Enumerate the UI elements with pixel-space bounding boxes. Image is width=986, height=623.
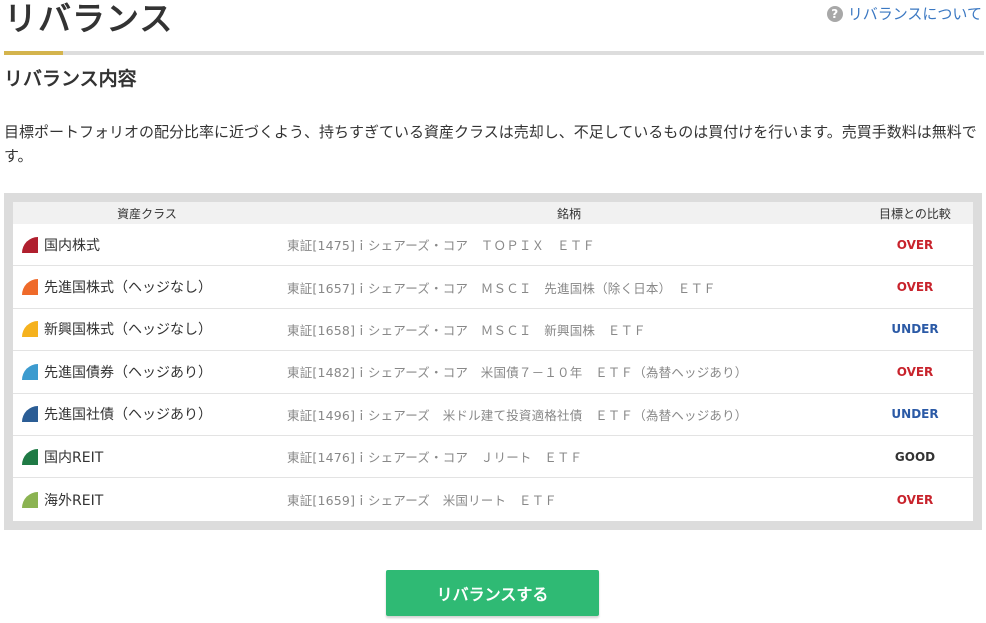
comparison-status: UNDER [891,407,939,422]
asset-class-cell: 国内株式 [13,235,287,255]
section-heading: リバランス内容 [4,68,137,90]
table-row: 先進国債券（ヘッジあり） 東証[1482]ｉシェアーズ・コア 米国債７－１０年 … [13,351,973,394]
asset-class-label: 国内REIT [44,449,104,466]
section-description: 目標ポートフォリオの配分比率に近づくよう、持ちすぎている資産クラスは売却し、不足… [4,123,977,165]
table-header: 資産クラス 銘柄 目標との比較 [13,202,973,224]
asset-class-label: 新興国株式（ヘッジなし） [44,322,212,339]
asset-color-swatch [22,491,38,508]
asset-class-label: 先進国社債（ヘッジあり） [44,407,212,424]
rebalance-table: 資産クラス 銘柄 目標との比較 国内株式 東証[1475]ｉシェアーズ・コア Ｔ… [13,202,973,521]
fund-name: 東証[1475]ｉシェアーズ・コア ＴＯＰＩＸ ＥＴＦ [287,238,596,254]
table-row: 国内REIT 東証[1476]ｉシェアーズ・コア Ｊリート ＥＴＦ GOOD [13,436,973,479]
rebalance-table-frame: 資産クラス 銘柄 目標との比較 国内株式 東証[1475]ｉシェアーズ・コア Ｔ… [4,193,982,530]
table-row: 先進国株式（ヘッジなし） 東証[1657]ｉシェアーズ・コア ＭＳＣＩ 先進国株… [13,266,973,309]
comparison-status: OVER [896,280,934,295]
title-divider-accent [4,51,63,55]
asset-color-swatch [22,279,38,296]
table-row: 先進国社債（ヘッジあり） 東証[1496]ｉシェアーズ 米ドル建て投資適格社債 … [13,394,973,436]
fund-name: 東証[1476]ｉシェアーズ・コア Ｊリート ＥＴＦ [287,450,583,466]
asset-class-cell: 海外REIT [13,490,287,510]
asset-class-label: 先進国株式（ヘッジなし） [44,280,212,297]
asset-class-label: 国内株式 [44,237,100,254]
fund-name: 東証[1657]ｉシェアーズ・コア ＭＳＣＩ 先進国株（除く日本） ＥＴＦ [287,280,716,296]
fund-name: 東証[1658]ｉシェアーズ・コア ＭＳＣＩ 新興国株 ＥＴＦ [287,322,646,338]
comparison-status: UNDER [891,322,939,337]
asset-color-swatch [22,321,38,338]
asset-class-label: 海外REIT [44,492,104,509]
comparison-status: OVER [896,237,934,252]
column-header-comparison: 目標との比較 [879,206,951,221]
asset-class-cell: 新興国株式（ヘッジなし） [13,319,287,339]
column-header-asset-class: 資産クラス [117,206,177,221]
asset-class-cell: 先進国株式（ヘッジなし） [13,277,287,297]
title-divider [4,51,984,55]
comparison-status: GOOD [894,449,936,464]
table-row: 新興国株式（ヘッジなし） 東証[1658]ｉシェアーズ・コア ＭＳＣＩ 新興国株… [13,309,973,352]
rebalance-button[interactable]: リバランスする [386,570,599,616]
asset-class-cell: 国内REIT [13,447,287,467]
help-link-label[interactable]: リバランスについて [848,3,982,24]
table-row: 海外REIT 東証[1659]ｉシェアーズ 米国リート ＥＴＦ OVER [13,478,973,520]
asset-color-swatch [22,363,38,380]
table-row: 国内株式 東証[1475]ｉシェアーズ・コア ＴＯＰＩＸ ＥＴＦ OVER [13,224,973,267]
fund-name: 東証[1496]ｉシェアーズ 米ドル建て投資適格社債 ＥＴＦ（為替ヘッジあり） [287,407,748,423]
asset-class-cell: 先進国債券（ヘッジあり） [13,362,287,382]
page-title: リバランス [4,0,174,38]
asset-class-cell: 先進国社債（ヘッジあり） [13,404,287,424]
asset-color-swatch [22,448,38,465]
comparison-status: OVER [896,364,934,379]
fund-name: 東証[1659]ｉシェアーズ 米国リート ＥＴＦ [287,493,557,509]
question-icon: ? [826,5,843,22]
asset-color-swatch [22,406,38,423]
help-link[interactable]: ? リバランスについて [826,3,982,24]
asset-class-label: 先進国債券（ヘッジあり） [44,364,212,381]
asset-color-swatch [22,236,38,253]
column-header-fund: 銘柄 [556,206,581,221]
rebalance-page: リバランス ? リバランスについて リバランス内容 目標ポートフォリオの配分比率… [0,0,986,623]
comparison-status: OVER [896,492,934,507]
fund-name: 東証[1482]ｉシェアーズ・コア 米国債７－１０年 ＥＴＦ（為替ヘッジあり） [287,365,748,381]
